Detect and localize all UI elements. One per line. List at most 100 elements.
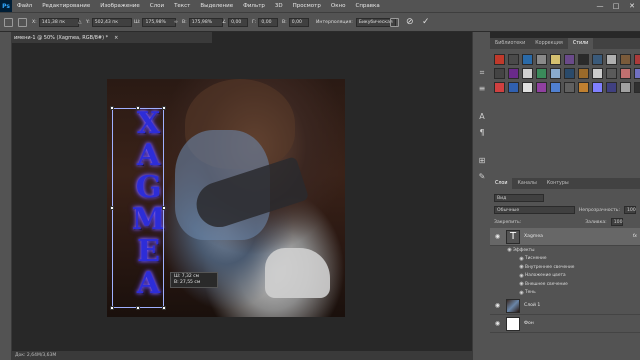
effect-eye-icon[interactable]: ◉	[518, 256, 525, 262]
transform-handle[interactable]	[136, 306, 140, 310]
background-layer-name[interactable]: Фон	[524, 321, 534, 326]
style-swatch[interactable]	[564, 68, 575, 79]
effect-row[interactable]: ◉ Тень	[490, 289, 640, 298]
menu-edit[interactable]: Редактирование	[37, 3, 95, 9]
style-swatch[interactable]	[536, 68, 547, 79]
character-icon[interactable]: A	[477, 112, 487, 122]
effect-eye-icon[interactable]: ◉	[518, 290, 525, 296]
transform-handle[interactable]	[162, 206, 166, 210]
layer-row-text[interactable]: ◉ T Xagmea fx	[490, 228, 640, 246]
adjustments-icon[interactable]: ⊞	[477, 156, 487, 166]
effect-eye-icon[interactable]: ◉	[518, 264, 525, 270]
style-swatch[interactable]	[592, 68, 603, 79]
style-swatch[interactable]	[634, 68, 640, 79]
style-swatch[interactable]	[508, 54, 519, 65]
style-swatch[interactable]	[494, 54, 505, 65]
style-swatch[interactable]	[620, 68, 631, 79]
menu-filter[interactable]: Фильтр	[238, 3, 270, 9]
style-swatch[interactable]	[550, 68, 561, 79]
history-icon[interactable]: ⌗	[477, 68, 487, 78]
effects-eye-icon[interactable]: ◉	[506, 247, 513, 253]
visibility-eye-icon[interactable]: ◉	[493, 302, 502, 309]
transform-tool-icon[interactable]	[4, 18, 13, 27]
height-input[interactable]: 175,98%	[188, 18, 223, 27]
layer-kind-filter[interactable]: Вид	[494, 194, 544, 202]
tab-layers[interactable]: Слои	[490, 178, 513, 189]
close-tab-icon[interactable]: ×	[114, 35, 118, 41]
transform-handle[interactable]	[162, 306, 166, 310]
blend-mode-select[interactable]: Обычные	[494, 206, 575, 214]
opacity-input[interactable]: 100	[624, 206, 636, 214]
menu-window[interactable]: Окно	[326, 3, 351, 9]
transform-handle[interactable]	[162, 106, 166, 110]
v-skew-input[interactable]: 0,00	[288, 18, 309, 27]
style-swatch[interactable]	[578, 68, 589, 79]
tab-styles[interactable]: Стили	[567, 38, 594, 49]
tab-libraries[interactable]: Библиотеки	[490, 38, 530, 49]
layer-row-image[interactable]: ◉ Слой 1	[490, 297, 640, 315]
transform-handle[interactable]	[110, 106, 114, 110]
fx-badge[interactable]: fx	[633, 234, 637, 239]
menu-type[interactable]: Текст	[169, 3, 195, 9]
menu-image[interactable]: Изображение	[95, 3, 145, 9]
reference-point-icon[interactable]	[18, 18, 27, 27]
style-swatch[interactable]	[606, 82, 617, 93]
effect-row[interactable]: ◉ Внутреннее свечение	[490, 263, 640, 272]
visibility-eye-icon[interactable]: ◉	[493, 233, 502, 240]
properties-icon[interactable]: ≡	[477, 84, 487, 94]
minimize-button[interactable]: —	[592, 0, 608, 12]
transform-handle[interactable]	[136, 106, 140, 110]
style-swatch[interactable]	[634, 82, 640, 93]
tab-channels[interactable]: Каналы	[512, 178, 541, 189]
menu-view[interactable]: Просмотр	[288, 3, 326, 9]
maximize-button[interactable]: □	[608, 0, 624, 12]
style-swatch[interactable]	[550, 54, 561, 65]
style-swatch[interactable]	[508, 68, 519, 79]
angle-input[interactable]: 0,00	[228, 18, 249, 27]
style-swatch[interactable]	[564, 82, 575, 93]
style-swatch[interactable]	[634, 54, 640, 65]
effect-row[interactable]: ◉ Тиснение	[490, 255, 640, 264]
transform-handle[interactable]	[110, 206, 114, 210]
cancel-transform-icon[interactable]: ⊘	[406, 16, 414, 27]
style-swatch[interactable]	[578, 82, 589, 93]
style-swatch[interactable]	[494, 82, 505, 93]
style-swatch[interactable]	[536, 82, 547, 93]
layer-row-background[interactable]: ◉ Фон	[490, 315, 640, 333]
menu-file[interactable]: Файл	[12, 3, 37, 9]
style-swatch[interactable]	[592, 54, 603, 65]
tab-paths[interactable]: Контуры	[542, 178, 574, 189]
style-swatch[interactable]	[536, 54, 547, 65]
layer1-name[interactable]: Слой 1	[524, 303, 540, 308]
effect-row[interactable]: ◉ Внешнее свечение	[490, 280, 640, 289]
menu-select[interactable]: Выделение	[195, 3, 238, 9]
y-position-input[interactable]: 502,43 пк	[91, 18, 132, 27]
visibility-eye-icon[interactable]: ◉	[493, 320, 502, 327]
style-swatch[interactable]	[522, 54, 533, 65]
style-swatch[interactable]	[620, 82, 631, 93]
x-position-input[interactable]: 141,38 пк	[38, 18, 79, 27]
commit-transform-icon[interactable]: ✓	[422, 16, 430, 27]
effect-eye-icon[interactable]: ◉	[518, 281, 525, 287]
menu-3d[interactable]: 3D	[270, 3, 288, 9]
tab-adjustments[interactable]: Коррекция	[530, 38, 568, 49]
style-swatch[interactable]	[578, 54, 589, 65]
effects-group-row[interactable]: ◉ Эффекты	[490, 246, 640, 255]
style-swatch[interactable]	[620, 54, 631, 65]
style-swatch[interactable]	[564, 54, 575, 65]
text-layer-name[interactable]: Xagmea	[524, 234, 543, 239]
style-swatch[interactable]	[522, 68, 533, 79]
transform-handle[interactable]	[110, 306, 114, 310]
document-tab[interactable]: имени-1 @ 50% (Xagmea, RGB/8#) * ×	[12, 32, 212, 43]
style-swatch[interactable]	[522, 82, 533, 93]
link-icon[interactable]: ∞	[174, 17, 178, 28]
style-swatch[interactable]	[494, 68, 505, 79]
effect-eye-icon[interactable]: ◉	[518, 273, 525, 279]
style-swatch[interactable]	[592, 82, 603, 93]
style-swatch[interactable]	[550, 82, 561, 93]
effect-row[interactable]: ◉ Наложение цвета	[490, 272, 640, 281]
fill-input[interactable]: 100	[610, 218, 623, 226]
brush-icon[interactable]: ✎	[477, 172, 487, 182]
transform-bounding-box[interactable]	[112, 108, 164, 308]
style-swatch[interactable]	[606, 54, 617, 65]
